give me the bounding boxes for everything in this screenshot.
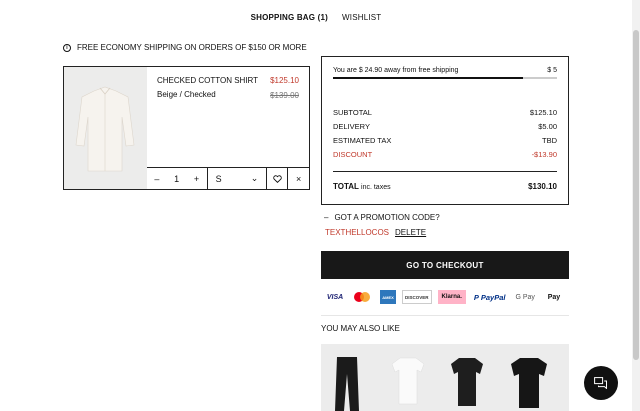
product-image[interactable] [64,67,147,189]
shipping-notice-text: FREE ECONOMY SHIPPING ON ORDERS OF $150 … [77,43,307,52]
delivery-row: DELIVERY $5.00 [333,122,557,131]
paypal-icon: P PayPal [473,292,506,302]
promo-toggle[interactable]: – GOT A PROMOTION CODE? [324,213,440,222]
tab-wishlist[interactable]: WISHLIST [342,13,381,22]
amex-icon: AMEX [380,290,396,304]
subtotal-row: SUBTOTAL $125.10 [333,108,557,117]
quantity-value: 1 [174,173,180,184]
cart-item: CHECKED COTTON SHIRT Beige / Checked $12… [63,66,310,190]
google-pay-icon: G Pay [515,293,535,301]
subtotal-value: $125.10 [529,108,557,117]
total-row: TOTAL inc. taxes $130.10 [333,182,557,191]
tax-label: ESTIMATED TAX [333,136,392,145]
checkout-button[interactable]: GO TO CHECKOUT [321,251,569,279]
heart-icon [272,174,282,183]
promo-label: GOT A PROMOTION CODE? [334,213,440,222]
info-icon: i [63,43,71,52]
close-icon: × [295,173,302,184]
free-shipping-progress-bar [333,77,557,79]
tax-row: ESTIMATED TAX TBD [333,136,557,145]
quantity-stepper: – 1 + [147,168,208,189]
discount-row: DISCOUNT -$13.90 [333,150,557,159]
chat-button[interactable] [584,366,618,400]
order-summary: You are $ 24.90 away from free shipping … [321,56,569,205]
summary-divider [333,171,557,172]
promo-code: TEXTHELLOCOS [325,228,390,237]
applied-promo: TEXTHELLOCOS DELETE [325,228,426,237]
tab-shopping-bag[interactable]: SHOPPING BAG (1) [251,13,328,22]
original-price: $139.00 [270,91,299,100]
wishlist-button[interactable] [267,168,289,189]
total-label: TOTAL [333,182,359,191]
progress-fill [333,77,524,79]
free-shipping-status: You are $ 24.90 away from free shipping … [333,67,557,74]
delete-promo-link[interactable]: DELETE [395,228,426,237]
recommendations-title: YOU MAY ALSO LIKE [321,324,400,333]
decrease-quantity-button[interactable]: – [154,174,159,184]
sale-price: $125.10 [270,76,299,85]
apple-pay-icon: Pay [547,293,561,301]
chat-icon [594,377,607,389]
klarna-icon: Klarna. [437,290,466,304]
delivery-value: $5.00 [538,122,557,131]
discount-label: DISCOUNT [333,150,373,159]
scrollbar-thumb[interactable] [633,30,639,360]
subtotal-label: SUBTOTAL [333,108,372,117]
total-note: inc. taxes [361,184,391,191]
scrollbar[interactable] [632,0,640,411]
size-value: S [215,173,222,184]
payment-methods: VISA AMEX DISCOVER Klarna. P PayPal G Pay… [324,290,565,304]
size-select[interactable]: S ⌄ [208,168,268,189]
total-value: $130.10 [528,182,557,191]
free-shipping-text: You are $ 24.90 away from free shipping [333,67,459,74]
remove-item-button[interactable]: × [288,168,309,189]
shipping-notice: i FREE ECONOMY SHIPPING ON ORDERS OF $15… [63,43,307,52]
product-name[interactable]: CHECKED COTTON SHIRT [157,76,258,85]
chevron-down-icon: ⌄ [250,173,259,183]
recommended-products [321,344,569,411]
delivery-label: DELIVERY [333,122,370,131]
section-divider [321,315,569,316]
product-variant: Beige / Checked [157,90,216,99]
increase-quantity-button[interactable]: + [194,174,199,184]
free-shipping-amount: $ 5 [547,67,557,74]
discount-value: -$13.90 [531,150,557,159]
item-controls: – 1 + S ⌄ × [147,167,309,189]
bag-tabs: SHOPPING BAG (1) WISHLIST [0,13,632,22]
visa-icon: VISA [326,293,344,301]
mastercard-icon [352,290,374,304]
tax-value: TBD [542,136,557,145]
discover-icon: DISCOVER [402,290,432,304]
collapse-icon: – [324,213,329,222]
